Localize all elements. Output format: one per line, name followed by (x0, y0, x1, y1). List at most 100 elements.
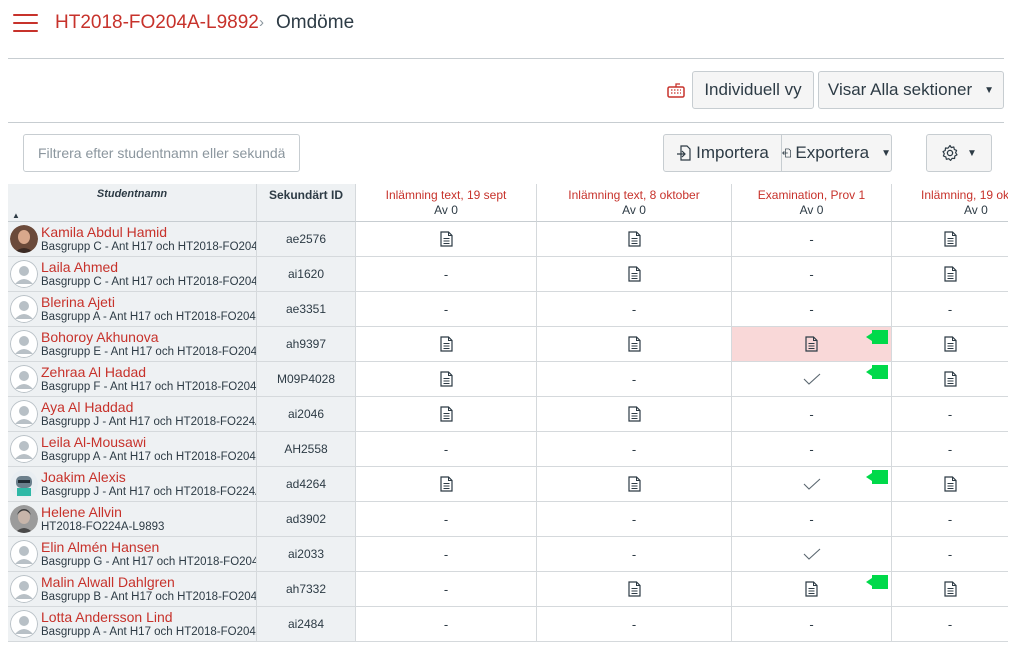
grade-cell[interactable]: - (537, 432, 732, 466)
table-row: Helene Allvin HT2018-FO224A-L9893 ad3902- -… (8, 502, 1008, 537)
sections-dropdown[interactable]: Visar Alla sektioner ▼ (818, 71, 1004, 109)
empty-grade: - (443, 581, 449, 597)
grade-cell[interactable] (732, 537, 892, 571)
avatar[interactable] (10, 610, 38, 638)
student-section: Basgrupp C - Ant H17 och HT2018-FO204A-L… (41, 275, 256, 288)
grade-cell[interactable] (356, 397, 537, 431)
grade-cell[interactable]: - (356, 292, 537, 326)
grade-cell[interactable]: - (892, 397, 1008, 431)
grade-cell[interactable]: - (732, 222, 892, 256)
student-name-link[interactable]: Bohoroy Akhunova (41, 330, 256, 345)
grade-cell[interactable]: - (892, 502, 1008, 536)
student-name-link[interactable]: Blerina Ajeti (41, 295, 256, 310)
export-dropdown[interactable]: Exportera ▼ (781, 134, 892, 172)
avatar[interactable] (10, 505, 38, 533)
avatar[interactable] (10, 225, 38, 253)
student-name-link[interactable]: Leila Al-Mousawi (41, 435, 256, 450)
grade-cell[interactable]: - (537, 502, 732, 536)
grade-cell[interactable] (892, 362, 1008, 396)
avatar[interactable] (10, 260, 38, 288)
avatar[interactable] (10, 435, 38, 463)
grade-cell[interactable]: - (892, 537, 1008, 571)
grade-cell[interactable]: - (892, 432, 1008, 466)
column-header-assignment[interactable]: Inlämning, 19 okt Av 0 (892, 184, 1008, 222)
grade-cell[interactable]: - (732, 607, 892, 641)
student-filter-input[interactable] (23, 134, 300, 172)
grade-cell[interactable]: - (732, 292, 892, 326)
grade-cell[interactable]: - (356, 502, 537, 536)
student-name-link[interactable]: Zehraa Al Hadad (41, 365, 256, 380)
individual-view-button[interactable]: Individuell vy (692, 71, 814, 109)
student-section: Basgrupp B - Ant H17 och HT2018-FO204A-L… (41, 590, 256, 603)
column-header-secondary-id[interactable]: Sekundärt ID (257, 184, 356, 222)
grade-cell[interactable]: - (537, 292, 732, 326)
student-name-link[interactable]: Malin Alwall Dahlgren (41, 575, 256, 590)
grade-cell[interactable]: - (356, 537, 537, 571)
assignment-title[interactable]: Inlämning text, 19 sept (356, 188, 536, 202)
avatar[interactable] (10, 295, 38, 323)
column-header-assignment[interactable]: Inlämning text, 19 sept Av 0 (356, 184, 537, 222)
student-name-link[interactable]: Laila Ahmed (41, 260, 256, 275)
assignment-title[interactable]: Examination, Prov 1 (732, 188, 891, 202)
hamburger-menu-icon[interactable] (13, 14, 38, 32)
settings-dropdown[interactable]: ▼ (926, 134, 992, 172)
grade-cell[interactable]: - (732, 432, 892, 466)
grade-cell[interactable] (892, 257, 1008, 291)
breadcrumb-course-link[interactable]: HT2018-FO204A-L9892 (55, 12, 259, 34)
grade-cell[interactable] (356, 467, 537, 501)
table-row: Kamila Abdul Hamid Basgrupp C - Ant H17 o… (8, 222, 1008, 257)
grade-cell[interactable]: - (537, 537, 732, 571)
student-name-link[interactable]: Joakim Alexis (41, 470, 256, 485)
grade-cell[interactable]: - (356, 572, 537, 606)
avatar[interactable] (10, 330, 38, 358)
student-name-link[interactable]: Helene Allvin (41, 505, 256, 520)
assignment-title[interactable]: Inlämning, 19 okt (921, 188, 1008, 202)
avatar[interactable] (10, 575, 38, 603)
grade-cell[interactable] (732, 467, 892, 501)
status-flag-icon (866, 470, 888, 484)
grade-cell[interactable] (892, 222, 1008, 256)
grade-cell[interactable]: - (732, 502, 892, 536)
student-name-link[interactable]: Kamila Abdul Hamid (41, 225, 256, 240)
import-button[interactable]: Importera (663, 134, 782, 172)
grade-cell[interactable]: - (356, 432, 537, 466)
student-section: Basgrupp E - Ant H17 och HT2018-FO204A-L… (41, 345, 256, 358)
grade-cell[interactable] (892, 327, 1008, 361)
grade-cell[interactable] (537, 327, 732, 361)
empty-grade: - (631, 546, 637, 562)
grade-cell[interactable] (537, 257, 732, 291)
document-icon (943, 231, 957, 247)
grade-cell[interactable]: - (356, 257, 537, 291)
student-name-link[interactable]: Elin Almén Hansen (41, 540, 256, 555)
column-header-assignment[interactable]: Examination, Prov 1 Av 0 (732, 184, 892, 222)
grade-cell[interactable] (537, 397, 732, 431)
column-header-student[interactable]: Studentnamn ▲ (8, 184, 257, 222)
grade-cell[interactable] (537, 467, 732, 501)
grade-cell[interactable] (356, 327, 537, 361)
grade-cell[interactable] (356, 222, 537, 256)
grade-cell[interactable]: - (356, 607, 537, 641)
grade-cell[interactable]: - (537, 607, 732, 641)
grade-cell[interactable]: - (892, 607, 1008, 641)
avatar[interactable] (10, 470, 38, 498)
grade-cell[interactable] (732, 572, 892, 606)
column-header-assignment[interactable]: Inlämning text, 8 oktober Av 0 (537, 184, 732, 222)
avatar[interactable] (10, 365, 38, 393)
avatar[interactable] (10, 540, 38, 568)
grade-cell[interactable]: - (892, 292, 1008, 326)
grade-cell[interactable]: - (732, 257, 892, 291)
student-name-link[interactable]: Aya Al Haddad (41, 400, 256, 415)
avatar[interactable] (10, 400, 38, 428)
keyboard-icon[interactable] (667, 82, 685, 98)
grade-cell[interactable] (537, 572, 732, 606)
assignment-title[interactable]: Inlämning text, 8 oktober (537, 188, 731, 202)
grade-cell[interactable]: - (732, 397, 892, 431)
grade-cell[interactable] (892, 467, 1008, 501)
grade-cell[interactable] (732, 327, 892, 361)
student-name-link[interactable]: Lotta Andersson Lind (41, 610, 256, 625)
grade-cell[interactable] (537, 222, 732, 256)
grade-cell[interactable] (356, 362, 537, 396)
grade-cell[interactable]: - (537, 362, 732, 396)
grade-cell[interactable] (892, 572, 1008, 606)
grade-cell[interactable] (732, 362, 892, 396)
